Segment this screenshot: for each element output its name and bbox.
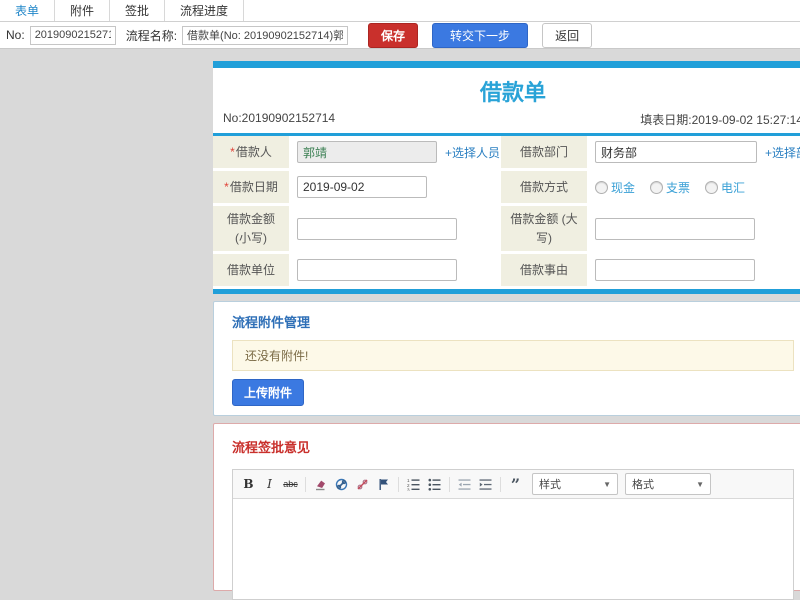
strikethrough-button[interactable]: abc [281, 475, 300, 493]
eraser-icon [316, 480, 325, 490]
method-label: 借款方式 [501, 171, 587, 206]
rich-text-editor: B I abc 1 2 3 ” 样式 ▼ 格式 ▼ [232, 469, 794, 600]
amount-big-label: 借款金额 (大写) [501, 206, 587, 255]
indent-icon [479, 479, 492, 490]
main-content: 借款单 No:20190902152714 填表日期:2019-09-02 15… [213, 61, 800, 600]
format-select[interactable]: 格式 ▼ [625, 473, 711, 496]
unit-input[interactable] [297, 259, 457, 282]
link-button[interactable] [332, 475, 351, 493]
required-mark: * [224, 179, 229, 194]
no-input[interactable] [29, 25, 116, 45]
tab-approval[interactable]: 签批 [110, 0, 166, 21]
radio-wire-label: 电汇 [721, 180, 746, 195]
italic-button[interactable]: I [260, 475, 279, 493]
radio-icon[interactable] [705, 180, 719, 194]
bulleted-list-button[interactable] [425, 475, 444, 493]
date-cell [289, 171, 501, 206]
remove-format-button[interactable] [311, 475, 330, 493]
toolbar-separator [500, 476, 501, 492]
department-label: 借款部门 [501, 136, 587, 171]
amount-small-cell [289, 206, 501, 255]
form-meta: No:20190902152714 填表日期:2019-09-02 15:27:… [213, 109, 800, 133]
amount-big-cell [587, 206, 800, 255]
tab-attachment[interactable]: 附件 [55, 0, 111, 21]
date-label: *借款日期 [213, 171, 289, 206]
link-icon [335, 478, 348, 490]
bulleted-list-icon [428, 478, 441, 491]
reason-input[interactable] [595, 259, 755, 282]
editor-toolbar: B I abc 1 2 3 ” 样式 ▼ 格式 ▼ [233, 470, 793, 500]
process-toolbar: No: 流程名称: 保存 转交下一步 返回 [0, 22, 800, 49]
chevron-down-icon: ▼ [603, 479, 611, 489]
form-title: 借款单 [479, 80, 546, 105]
department-cell: +选择部门 [587, 136, 800, 171]
radio-cash[interactable]: 现金 [595, 179, 635, 196]
reason-cell [587, 254, 800, 290]
radio-check-label: 支票 [666, 180, 691, 195]
unlink-button[interactable] [353, 475, 372, 493]
reason-label: 借款事由 [501, 254, 587, 290]
radio-wire[interactable]: 电汇 [705, 179, 745, 196]
required-mark: * [230, 144, 235, 159]
chevron-down-icon: ▼ [696, 479, 704, 489]
save-button[interactable]: 保存 [368, 22, 419, 48]
loan-form-card: 借款单 No:20190902152714 填表日期:2019-09-02 15… [213, 61, 800, 295]
attachment-card: 流程附件管理 还没有附件! 上传附件 [213, 301, 800, 417]
radio-icon[interactable] [650, 180, 664, 194]
numbered-list-button[interactable]: 1 2 3 [404, 475, 423, 493]
format-select-label: 格式 [632, 479, 654, 492]
editor-content-area[interactable] [233, 499, 793, 600]
unit-label: 借款单位 [213, 254, 289, 290]
amount-small-label: 借款金额 (小写) [213, 206, 289, 255]
borrower-input[interactable] [297, 141, 437, 163]
attachment-empty-notice: 还没有附件! [232, 340, 794, 372]
attachment-title: 流程附件管理 [232, 315, 311, 331]
approval-card: 流程签批意见 B I abc 1 2 3 ” 样式 ▼ 格式 ▼ [213, 423, 800, 600]
numbered-list-icon: 1 2 3 [407, 478, 420, 491]
process-name-label: 流程名称: [125, 28, 178, 43]
outdent-button[interactable] [455, 475, 474, 493]
amount-small-input[interactable] [297, 217, 457, 240]
unlink-icon [357, 479, 368, 490]
borrower-cell: +选择人员 [289, 136, 501, 171]
unit-cell [289, 254, 501, 290]
svg-text:3: 3 [407, 487, 410, 491]
amount-big-input[interactable] [595, 217, 755, 240]
anchor-flag-button[interactable] [374, 475, 393, 493]
styles-select-label: 样式 [539, 479, 561, 492]
indent-button[interactable] [476, 475, 495, 493]
form-date-text: 填表日期:2019-09-02 15:27:14 [640, 113, 800, 127]
select-person-link[interactable]: +选择人员 [445, 144, 500, 161]
toolbar-separator [305, 476, 306, 492]
borrower-label: *借款人 [213, 136, 289, 171]
toolbar-separator [398, 476, 399, 492]
bold-button[interactable]: B [239, 475, 258, 493]
next-step-button[interactable]: 转交下一步 [432, 22, 529, 48]
department-input[interactable] [595, 141, 757, 163]
no-label: No: [6, 28, 25, 42]
upload-attachment-button[interactable]: 上传附件 [232, 379, 305, 407]
form-no-text: No:20190902152714 [223, 111, 336, 125]
bottom-accent-bar [213, 289, 800, 295]
form-table: *借款人 +选择人员 借款部门 +选择部门 *借款日期 借款方式 [213, 136, 800, 290]
tab-bar: 表单 附件 签批 流程进度 [0, 0, 800, 22]
radio-cash-label: 现金 [611, 180, 636, 195]
approval-title: 流程签批意见 [232, 440, 311, 456]
tab-progress[interactable]: 流程进度 [165, 0, 245, 21]
top-accent-bar [213, 61, 800, 68]
select-department-link[interactable]: +选择部门 [765, 144, 800, 161]
radio-check[interactable]: 支票 [650, 179, 690, 196]
process-name-input[interactable] [182, 25, 349, 45]
tab-form[interactable]: 表单 [0, 0, 56, 21]
radio-icon[interactable] [595, 180, 608, 194]
blockquote-button[interactable]: ” [506, 475, 525, 494]
outdent-icon [458, 479, 471, 490]
back-button[interactable]: 返回 [542, 22, 593, 48]
styles-select[interactable]: 样式 ▼ [532, 473, 618, 496]
borrow-date-input[interactable] [297, 176, 427, 198]
flag-icon [379, 478, 388, 490]
method-cell: 现金 支票 电汇 [587, 171, 800, 206]
toolbar-separator [449, 476, 450, 492]
